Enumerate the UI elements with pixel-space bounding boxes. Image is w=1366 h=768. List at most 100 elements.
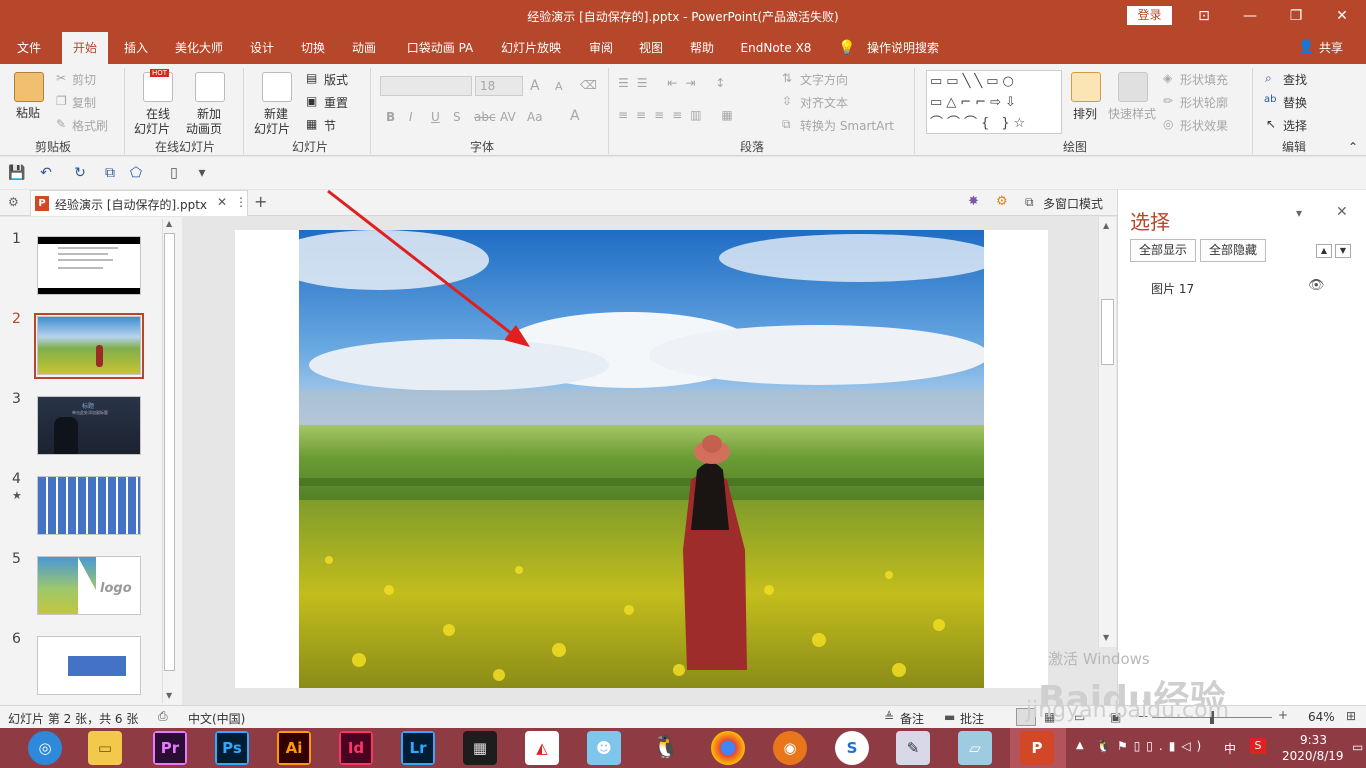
new-slide-button[interactable]: 幻灯片	[254, 120, 290, 137]
cut-button[interactable]: 剪切	[72, 71, 96, 88]
align-text-button[interactable]: 对齐文本	[800, 94, 848, 111]
notes-app-icon[interactable]: ▱	[958, 731, 992, 765]
collapse-ribbon-icon[interactable]: ⌃	[1348, 140, 1358, 154]
file-explorer-icon[interactable]: ▭	[88, 731, 122, 765]
tab-menu-icon[interactable]: ⋮	[235, 195, 247, 209]
tab-review[interactable]: 审阅	[580, 32, 622, 64]
tab-file[interactable]: 文件	[4, 32, 54, 64]
redo-icon[interactable]: ↻	[72, 165, 88, 181]
thumbnail-scrollbar[interactable]: ▲ ▼	[162, 219, 176, 703]
fit-slide-icon[interactable]: ⊞	[1346, 709, 1356, 723]
copy-button[interactable]: 复制	[72, 94, 96, 111]
colorful-app-icon[interactable]: ◭	[525, 731, 559, 765]
shapes-qat-icon[interactable]: ⬠	[128, 165, 144, 181]
selection-item-name[interactable]: 图片 17	[1151, 280, 1194, 297]
tray-expand-icon[interactable]: ▲	[1076, 740, 1084, 751]
ime-indicator[interactable]: 中	[1224, 740, 1236, 757]
tab-help[interactable]: 帮助	[680, 32, 724, 64]
indesign-icon[interactable]: Id	[339, 731, 373, 765]
italic-button[interactable]: I	[409, 110, 413, 124]
slide-thumbnail-4[interactable]	[37, 476, 141, 535]
tell-me-search[interactable]: 操作说明搜索	[860, 32, 946, 64]
shadow-button[interactable]: S	[453, 110, 461, 124]
clock-date[interactable]: 2020/8/19	[1282, 749, 1344, 763]
tab-pocket-animation[interactable]: 口袋动画 PA	[398, 32, 482, 64]
shape-outline-button[interactable]: 形状轮廓	[1180, 94, 1228, 111]
text-direction-button[interactable]: 文字方向	[800, 71, 848, 88]
powerpoint-taskbar-icon[interactable]: P	[1020, 731, 1054, 765]
change-case-button[interactable]: Aa	[527, 110, 543, 124]
login-button[interactable]: 登录	[1127, 6, 1172, 25]
new-slide-icon[interactable]	[262, 72, 292, 102]
share-button[interactable]: 共享	[1314, 32, 1348, 64]
browser-icon[interactable]: ◎	[28, 731, 62, 765]
multi-window-button[interactable]: 多窗口模式	[1043, 195, 1103, 212]
premiere-icon[interactable]: Pr	[153, 731, 187, 765]
slide-thumbnail-2[interactable]	[37, 316, 141, 375]
photoshop-icon[interactable]: Ps	[215, 731, 249, 765]
video-editor-icon[interactable]: ▦	[463, 731, 497, 765]
presenter-icon[interactable]: ⧉	[102, 165, 118, 181]
scroll-down-icon[interactable]: ▼	[166, 691, 172, 700]
clock-time[interactable]: 9:33	[1300, 733, 1327, 747]
sogou-icon[interactable]: S	[835, 731, 869, 765]
slide-thumbnail-3[interactable]: 标题 单击此处添加副标题	[37, 396, 141, 455]
scroll-down-icon[interactable]: ▼	[1103, 633, 1109, 642]
spellcheck-icon[interactable]: ⎙	[158, 709, 168, 724]
new-animation-page-icon[interactable]	[195, 72, 225, 102]
tab-view[interactable]: 视图	[630, 32, 672, 64]
customize-qat-icon[interactable]: ▾	[194, 165, 210, 181]
scrollbar-thumb[interactable]	[164, 233, 175, 671]
undo-icon[interactable]: ↶	[38, 165, 54, 181]
slide-scrollbar[interactable]: ▲ ▼	[1098, 217, 1116, 647]
new-tab-icon[interactable]: +	[254, 192, 267, 211]
list-icons[interactable]: ☰☰ ⇤⇥ ↕	[618, 76, 733, 90]
close-tab-icon[interactable]: ✕	[217, 195, 227, 209]
tab-beautify[interactable]: 美化大师	[166, 32, 232, 64]
close-pane-icon[interactable]: ✕	[1336, 204, 1348, 220]
minimize-button[interactable]: —	[1227, 0, 1273, 32]
arrange-button[interactable]: 排列	[1073, 105, 1097, 122]
sparkle-icon[interactable]: ✸	[968, 194, 979, 209]
zoom-level[interactable]: 64%	[1308, 710, 1335, 724]
language-indicator[interactable]: 中文(中国)	[188, 710, 245, 727]
qq-icon[interactable]: 🐧	[649, 731, 683, 765]
paste-button[interactable]: 粘贴	[16, 104, 40, 121]
grow-font-button[interactable]: A	[530, 78, 540, 94]
underline-button[interactable]: U	[431, 110, 440, 124]
maximize-button[interactable]: ❐	[1273, 0, 1319, 32]
scrollbar-thumb[interactable]	[1101, 299, 1114, 365]
new-animation-page-button[interactable]: 动画页	[186, 120, 222, 137]
ribbon-display-options-icon[interactable]: ⊡	[1181, 0, 1227, 32]
replace-button[interactable]: 替换	[1283, 94, 1307, 111]
font-family-select[interactable]	[380, 76, 472, 96]
tab-endnote[interactable]: EndNote X8	[734, 32, 818, 64]
alignment-icons[interactable]: ≡≡≡≡▥ ▦	[618, 108, 741, 122]
cat-app-icon[interactable]: ☻	[587, 731, 621, 765]
panel-toggle-icon[interactable]: ⚙	[8, 195, 19, 209]
shape-fill-button[interactable]: 形状填充	[1180, 71, 1228, 88]
move-down-icon[interactable]: ▼	[1335, 244, 1351, 258]
convert-smartart-button[interactable]: 转换为 SmartArt	[800, 117, 894, 134]
char-spacing-button[interactable]: AV	[500, 110, 516, 124]
save-icon[interactable]: 💾	[8, 165, 25, 181]
font-size-select[interactable]: 18	[475, 76, 523, 96]
shapes-gallery[interactable]: ▭▭╲╲▭○ ▭△⌐⌐⇨⇩ ⌒⌒⌒{ }☆	[926, 70, 1062, 134]
select-button[interactable]: 选择	[1283, 117, 1307, 134]
illustrator-icon[interactable]: Ai	[277, 731, 311, 765]
chrome-icon[interactable]	[711, 731, 745, 765]
arrange-icon[interactable]	[1071, 72, 1101, 102]
layout-button[interactable]: 版式	[324, 71, 348, 88]
tray-icons[interactable]: 🐧⚑▯▯.▮◁)	[1096, 739, 1207, 753]
section-button[interactable]: 节	[324, 117, 336, 134]
tab-animations[interactable]: 动画	[342, 32, 386, 64]
clear-format-icon[interactable]: ⌫	[580, 78, 597, 92]
close-button[interactable]: ✕	[1319, 0, 1365, 32]
paste-icon[interactable]	[14, 72, 44, 102]
tab-slideshow[interactable]: 幻灯片放映	[492, 32, 570, 64]
move-up-icon[interactable]: ▲	[1316, 244, 1332, 258]
tab-insert[interactable]: 插入	[114, 32, 158, 64]
pane-options-icon[interactable]: ▾	[1296, 206, 1302, 220]
lightroom-icon[interactable]: Lr	[401, 731, 435, 765]
document-app-icon[interactable]: ✎	[896, 731, 930, 765]
